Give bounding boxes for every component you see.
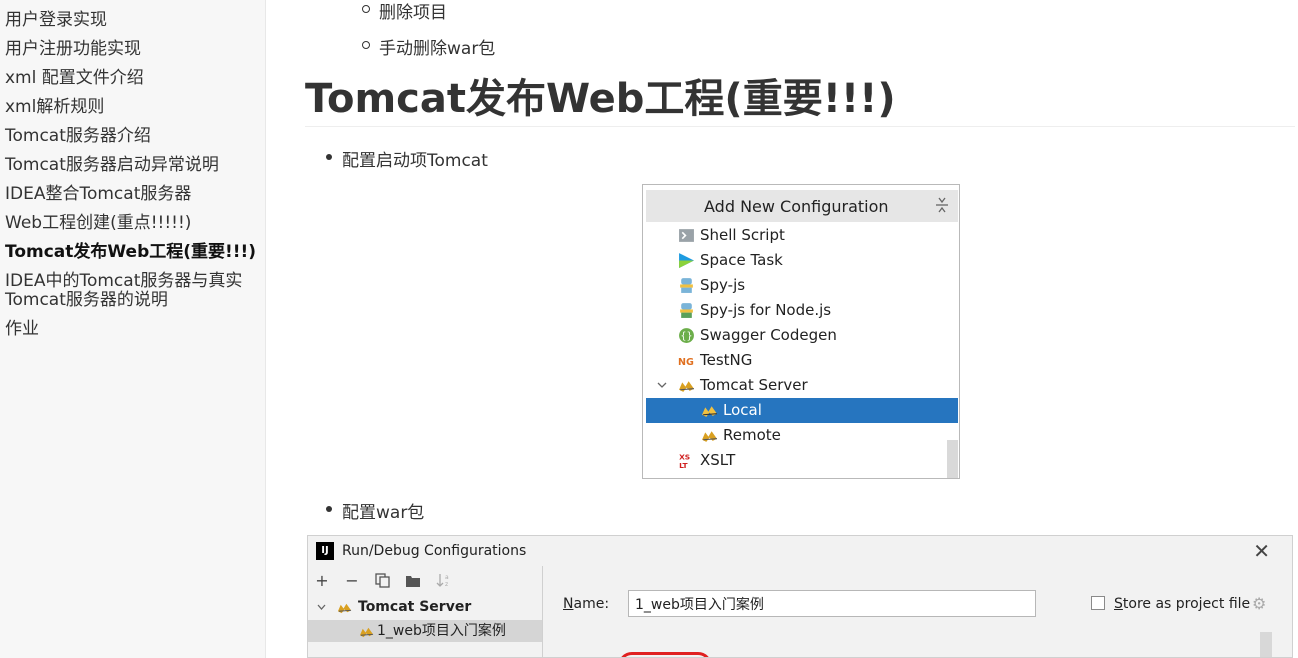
run-debug-dialog-screenshot: IJ Run/Debug Configurations ✕ + − a z To… [307,535,1293,658]
toc-item-tomcat-deploy[interactable]: Tomcat发布Web工程(重要!!!) [0,238,265,267]
space-task-icon [679,253,694,268]
tomcat-icon [337,603,352,614]
tomcat-icon [359,627,374,638]
add-configuration-screenshot: Add New Configuration Shell Script Space… [642,184,960,479]
store-as-project-file-checkbox[interactable] [1091,596,1105,610]
scrollbar[interactable] [1260,632,1272,657]
collapse-all-icon[interactable] [934,196,950,214]
config-item-tomcat-server[interactable]: Tomcat Server [646,373,946,398]
tree-item-label: 1_web项目入门案例 [377,623,506,639]
spy-js-icon [680,278,693,293]
tomcat-icon [679,381,694,392]
svg-text:LT: LT [679,461,688,469]
toc-item-idea-vs-real[interactable]: IDEA中的Tomcat服务器与真实Tomcat服务器的说明 [0,267,245,315]
intellij-logo: IJ [316,542,334,560]
tomcat-icon [702,406,717,417]
toc-item-tomcat-errors[interactable]: Tomcat服务器启动异常说明 [0,151,265,180]
dialog-title: Run/Debug Configurations [342,543,527,559]
tomcat-icon [702,431,717,442]
sort-icon[interactable]: a z [436,572,452,588]
toc-item-register[interactable]: 用户注册功能实现 [0,35,265,64]
xslt-icon: XS LT [679,452,690,469]
toc-item-idea-tomcat[interactable]: IDEA整合Tomcat服务器 [0,180,265,209]
name-field[interactable] [628,590,1036,617]
highlight-annotation [618,652,712,657]
swagger-icon: {} [679,328,694,343]
tree-item-web-project[interactable]: 1_web项目入门案例 [308,620,542,642]
toc-item-login[interactable]: 用户登录实现 [0,6,265,35]
scrollbar[interactable] [947,440,958,478]
config-item-space-task[interactable]: Space Task [646,248,946,273]
list-item: 配置启动项Tomcat [326,146,488,171]
svg-text:NG: NG [678,357,694,368]
spy-js-node-icon [680,303,693,318]
config-item-swagger[interactable]: {} Swagger Codegen [646,323,946,348]
popup-header: Add New Configuration [646,190,958,222]
popup-title: Add New Configuration [704,197,889,216]
panel-divider [542,566,543,657]
config-item-remote[interactable]: Remote [646,423,946,448]
close-icon[interactable]: ✕ [1253,539,1270,563]
toc-item-tomcat-intro[interactable]: Tomcat服务器介绍 [0,122,265,151]
store-as-project-file-label: Store as project file [1114,596,1251,612]
config-item-xslt[interactable]: XS LT XSLT [646,448,946,473]
toc-item-xml-config[interactable]: xml 配置文件介绍 [0,64,265,93]
svg-text:z: z [445,581,448,588]
config-item-local[interactable]: Local [646,398,958,423]
config-item-testng[interactable]: NG TestNG [646,348,946,373]
name-label: Name: [563,596,610,612]
chevron-down-icon[interactable] [656,379,668,391]
list-item: 删除项目 [362,0,447,23]
config-item-shell-script[interactable]: Shell Script [646,223,946,248]
toc-item-web-project[interactable]: Web工程创建(重点!!!!!) [0,209,265,238]
list-item: 配置war包 [325,498,424,523]
tree-item-tomcat-server[interactable]: Tomcat Server [308,596,542,618]
testng-icon: NG [678,357,694,368]
remove-icon[interactable]: − [344,571,360,590]
list-item: 手动删除war包 [361,34,495,59]
toc-item-xml-rules[interactable]: xml解析规则 [0,93,265,122]
svg-text:a: a [445,574,449,581]
copy-icon[interactable] [375,573,390,588]
section-heading: Tomcat发布Web工程(重要!!!) [305,74,1295,127]
shell-script-icon [679,229,694,242]
tree-group-label: Tomcat Server [358,599,472,615]
sidebar-toc: 用户登录实现 用户注册功能实现 xml 配置文件介绍 xml解析规则 Tomca… [0,0,266,658]
config-item-spy-js[interactable]: Spy-js [646,273,946,298]
folder-icon[interactable] [405,574,421,588]
chevron-down-icon[interactable] [316,602,327,613]
toc-item-homework[interactable]: 作业 [0,315,265,344]
gear-icon[interactable]: ⚙ [1252,594,1266,613]
add-icon[interactable]: + [314,571,330,590]
svg-text:{}: {} [680,331,692,342]
config-item-spy-js-node[interactable]: Spy-js for Node.js [646,298,946,323]
